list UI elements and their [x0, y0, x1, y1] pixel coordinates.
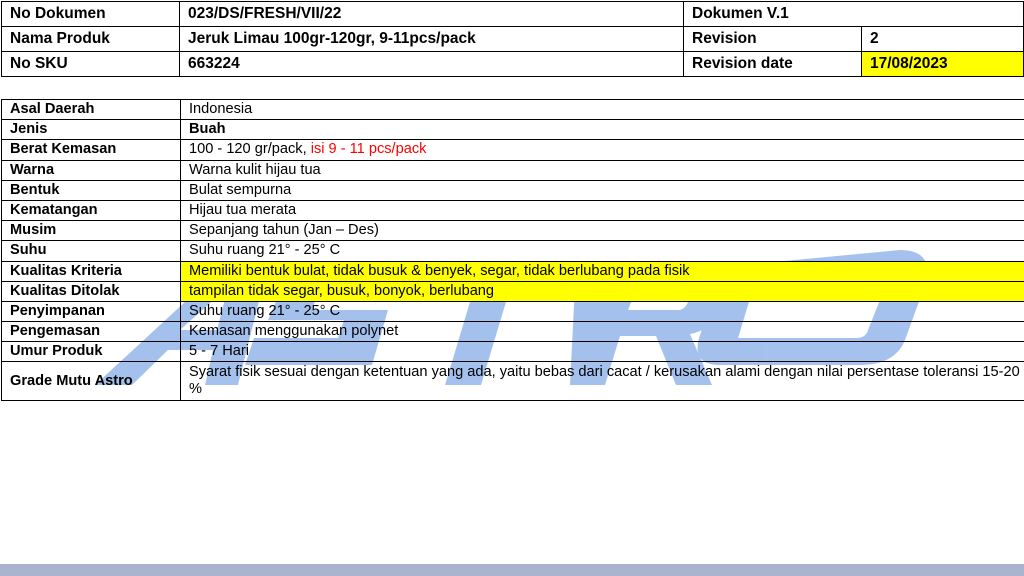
- kualitas-ditolak-label: Kualitas Ditolak: [1, 280, 181, 302]
- kualitas-kriteria-value: Memiliki bentuk bulat, tidak busuk & ben…: [180, 260, 1024, 282]
- jenis-label: Jenis: [1, 119, 181, 141]
- sku-value: 663224: [179, 51, 684, 77]
- spec-row: Kematangan Hijau tua merata: [1, 199, 1024, 222]
- umur-produk-value: 5 - 7 Hari: [180, 341, 1024, 363]
- bentuk-label: Bentuk: [1, 179, 181, 201]
- bentuk-value: Bulat sempurna: [180, 179, 1024, 201]
- spec-row: Jenis Buah: [1, 119, 1024, 141]
- revision-date-label: Revision date: [683, 51, 862, 77]
- revision-label: Revision: [683, 26, 862, 52]
- penyimpanan-label: Penyimpanan: [1, 300, 181, 323]
- grade-mutu-value: Syarat fisik sesuai dengan ketentuan yan…: [180, 361, 1024, 402]
- revision-date-value: 17/08/2023: [861, 51, 1024, 77]
- spec-row: Bentuk Bulat sempurna: [1, 179, 1024, 201]
- spec-row: Suhu Suhu ruang 21° - 25° C: [1, 240, 1024, 262]
- product-spec-table: Asal Daerah Indonesia Jenis Buah Berat K…: [1, 98, 1024, 402]
- spec-row: Kualitas Ditolak tampilan tidak segar, b…: [1, 280, 1024, 302]
- jenis-value: Buah: [180, 119, 1024, 141]
- penyimpanan-value: Suhu ruang 21° - 25° C: [180, 300, 1024, 323]
- warna-value: Warna kulit hijau tua: [180, 159, 1024, 181]
- pengemasan-value: Kemasan menggunakan polynet: [180, 321, 1024, 343]
- kualitas-kriteria-label: Kualitas Kriteria: [1, 260, 181, 282]
- sku-label: No SKU: [1, 51, 180, 77]
- musim-label: Musim: [1, 220, 181, 242]
- spec-row: Kualitas Kriteria Memiliki bentuk bulat,…: [1, 260, 1024, 282]
- footer-band: [0, 564, 1024, 576]
- spec-row: Umur Produk 5 - 7 Hari: [1, 341, 1024, 363]
- kualitas-ditolak-value: tampilan tidak segar, busuk, bonyok, ber…: [180, 280, 1024, 302]
- doc-no-value: 023/DS/FRESH/VII/22: [179, 1, 684, 27]
- musim-value: Sepanjang tahun (Jan – Des): [180, 220, 1024, 242]
- product-name-label: Nama Produk: [1, 26, 180, 52]
- doc-version: Dokumen V.1: [683, 1, 1024, 27]
- berat-kemasan-cell: 100 - 120 gr/pack, isi 9 - 11 pcs/pack: [180, 139, 1024, 161]
- asal-daerah-label: Asal Daerah: [1, 98, 181, 121]
- berat-kemasan-value: 100 - 120 gr/pack,: [189, 141, 311, 158]
- umur-produk-label: Umur Produk: [1, 341, 181, 363]
- spec-row: Musim Sepanjang tahun (Jan – Des): [1, 220, 1024, 242]
- spec-row: Asal Daerah Indonesia: [1, 98, 1024, 121]
- product-name-value: Jeruk Limau 100gr-120gr, 9-11pcs/pack: [179, 26, 684, 52]
- spec-row: Warna Warna kulit hijau tua: [1, 159, 1024, 181]
- spec-row: Grade Mutu Astro Syarat fisik sesuai den…: [1, 361, 1024, 402]
- revision-value: 2: [861, 26, 1024, 52]
- suhu-label: Suhu: [1, 240, 181, 262]
- kematangan-label: Kematangan: [1, 199, 181, 222]
- doc-no-label: No Dokumen: [1, 1, 180, 27]
- warna-label: Warna: [1, 159, 181, 181]
- asal-daerah-value: Indonesia: [180, 98, 1024, 121]
- grade-mutu-label: Grade Mutu Astro: [1, 361, 181, 402]
- header-row-product: Nama Produk Jeruk Limau 100gr-120gr, 9-1…: [1, 26, 1024, 52]
- spec-row: Penyimpanan Suhu ruang 21° - 25° C: [1, 300, 1024, 323]
- berat-kemasan-label: Berat Kemasan: [1, 139, 181, 161]
- header-row-doc-no: No Dokumen 023/DS/FRESH/VII/22 Dokumen V…: [1, 1, 1024, 27]
- berat-kemasan-note: isi 9 - 11 pcs/pack: [310, 141, 427, 158]
- kematangan-value: Hijau tua merata: [180, 199, 1024, 222]
- suhu-value: Suhu ruang 21° - 25° C: [180, 240, 1024, 262]
- spec-row: Pengemasan Kemasan menggunakan polynet: [1, 321, 1024, 343]
- header-row-sku: No SKU 663224 Revision date 17/08/2023: [1, 51, 1024, 77]
- pengemasan-label: Pengemasan: [1, 321, 181, 343]
- spec-row: Berat Kemasan 100 - 120 gr/pack, isi 9 -…: [1, 139, 1024, 161]
- document-header-table: No Dokumen 023/DS/FRESH/VII/22 Dokumen V…: [1, 1, 1024, 77]
